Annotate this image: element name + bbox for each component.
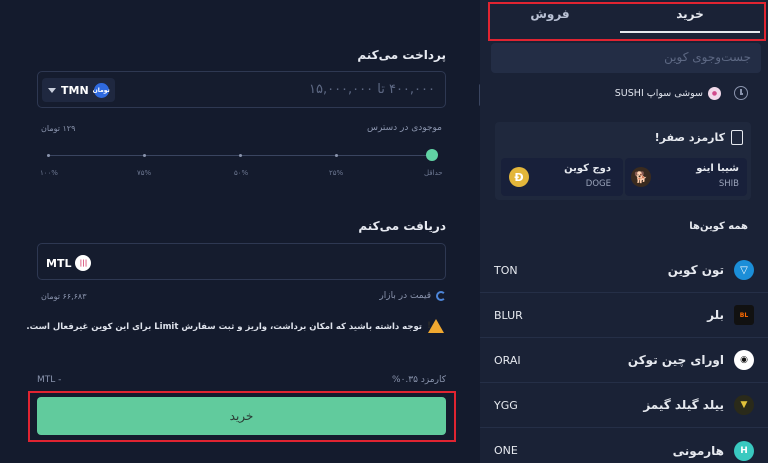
receive-currency-label: MTL (46, 256, 72, 270)
pay-currency-select[interactable]: TMN تومان (42, 78, 115, 102)
shiba-icon: 🐕 (631, 167, 651, 187)
recent-coin-chip[interactable]: ● سوشی سواپ SUSHI (615, 87, 721, 100)
sushi-icon: ● (708, 87, 721, 100)
mtl-icon: ||| (75, 255, 92, 271)
coin-row-ton[interactable]: TON تون کوین ▽ (480, 248, 768, 293)
coin-name: اورای چین توکن (627, 353, 724, 367)
warning-icon: ! (427, 319, 444, 333)
zero-fee-coin-name: دوج کوین (564, 163, 611, 174)
available-label: موجودی در دسترس (366, 123, 442, 133)
all-coins-title: همه کوین‌ها (689, 221, 748, 232)
receive-currency: MTL ||| (46, 255, 92, 271)
market-price-row: قیمت در بازار (379, 291, 446, 301)
coin-row-blur[interactable]: BLUR بلر BL (480, 293, 768, 338)
search-input[interactable]: جست‌وجوی کوین (491, 43, 761, 73)
zero-fee-coin-name: شیبا اینو (696, 163, 739, 174)
ton-icon: ▽ (734, 260, 754, 280)
order-panel: پرداخت می‌کنم TMN تومان ۴۰۰,۰۰۰ تا ۱۵,۰۰… (0, 0, 478, 463)
coin-row-one[interactable]: ONE هارمونی H (480, 428, 768, 463)
zero-fee-coin-symbol: SHIB (718, 179, 739, 189)
pay-amount-input[interactable]: ۴۰۰,۰۰۰ تا ۱۵,۰۰۰,۰۰۰ (309, 82, 435, 97)
ygg-icon: ▼ (734, 395, 754, 415)
zero-fee-coin-doge[interactable]: Ð دوج کوین DOGE (501, 158, 623, 196)
slider-label-100: ۱۰۰% (40, 169, 58, 177)
pay-title: پرداخت می‌کنم (357, 48, 446, 62)
coin-selector-panel: خرید فروش جست‌وجوی کوین ● سوشی سواپ SUSH… (480, 0, 768, 463)
tab-sell[interactable]: فروش (480, 7, 620, 21)
zero-fee-title: کارمزد صفر! (654, 131, 725, 144)
coin-list: TON تون کوین ▽ BLUR بلر BL ORAI اورای چی… (480, 248, 768, 463)
zero-fee-box: کارمزد صفر! 🐕 شیبا اینو SHIB Ð دوج کوین … (495, 122, 751, 200)
amount-slider[interactable] (47, 149, 438, 163)
doge-icon: Ð (509, 167, 529, 187)
coin-name: هارمونی (672, 443, 724, 458)
orai-icon: ◉ (734, 350, 754, 370)
buy-button[interactable]: خرید (37, 397, 446, 435)
tab-buy[interactable]: خرید (620, 7, 760, 33)
slider-label-50: ۵۰% (234, 169, 249, 177)
coin-symbol: BLUR (494, 308, 523, 322)
zero-fee-header: کارمزد صفر! (655, 130, 743, 145)
blur-icon: BL (734, 305, 754, 325)
pay-amount-field[interactable]: TMN تومان ۴۰۰,۰۰۰ تا ۱۵,۰۰۰,۰۰۰ (37, 71, 446, 108)
coin-name: بلر (707, 308, 724, 322)
zero-fee-coin-symbol: DOGE (585, 179, 611, 189)
coin-name: تون کوین (667, 263, 724, 277)
coin-row-ygg[interactable]: YGG ییلد گیلد گیمز ▼ (480, 383, 768, 428)
slider-label-25: ۲۵% (329, 169, 344, 177)
pay-currency-label: TMN (61, 83, 89, 97)
search-placeholder: جست‌وجوی کوین (664, 50, 751, 64)
fee-value: - MTL (37, 375, 62, 385)
harmony-icon: H (734, 440, 754, 461)
receipt-icon (731, 130, 743, 145)
recent-coin-label: سوشی سواپ SUSHI (614, 88, 703, 99)
chevron-down-icon (48, 87, 56, 93)
warning-text: توجه داشته باشید که امکان برداشت، واریز … (26, 322, 422, 332)
slider-thumb[interactable] (426, 149, 438, 161)
available-value: ۱۲۹ تومان (41, 124, 76, 133)
receive-title: دریافت می‌کنم (358, 219, 446, 233)
loading-icon (436, 291, 446, 301)
coin-symbol: YGG (494, 398, 518, 412)
market-price-label: قیمت در بازار (379, 291, 431, 301)
fee-label: کارمزد ۰.۳۵% (392, 375, 446, 385)
history-icon[interactable] (734, 86, 748, 100)
slider-label-min: حداقل (424, 169, 443, 177)
receive-amount-field[interactable]: MTL ||| (37, 243, 446, 280)
coin-row-orai[interactable]: ORAI اورای چین توکن ◉ (480, 338, 768, 383)
coin-symbol: ONE (494, 444, 518, 457)
coin-name: ییلد گیلد گیمز (643, 398, 724, 412)
toman-icon: تومان (93, 82, 110, 98)
coin-symbol: ORAI (494, 353, 521, 367)
market-price-value: ۶۶,۶۸۳ تومان (41, 292, 87, 301)
coin-symbol: TON (494, 263, 518, 277)
slider-label-75: ۷۵% (137, 169, 152, 177)
zero-fee-coin-shib[interactable]: 🐕 شیبا اینو SHIB (625, 158, 747, 196)
